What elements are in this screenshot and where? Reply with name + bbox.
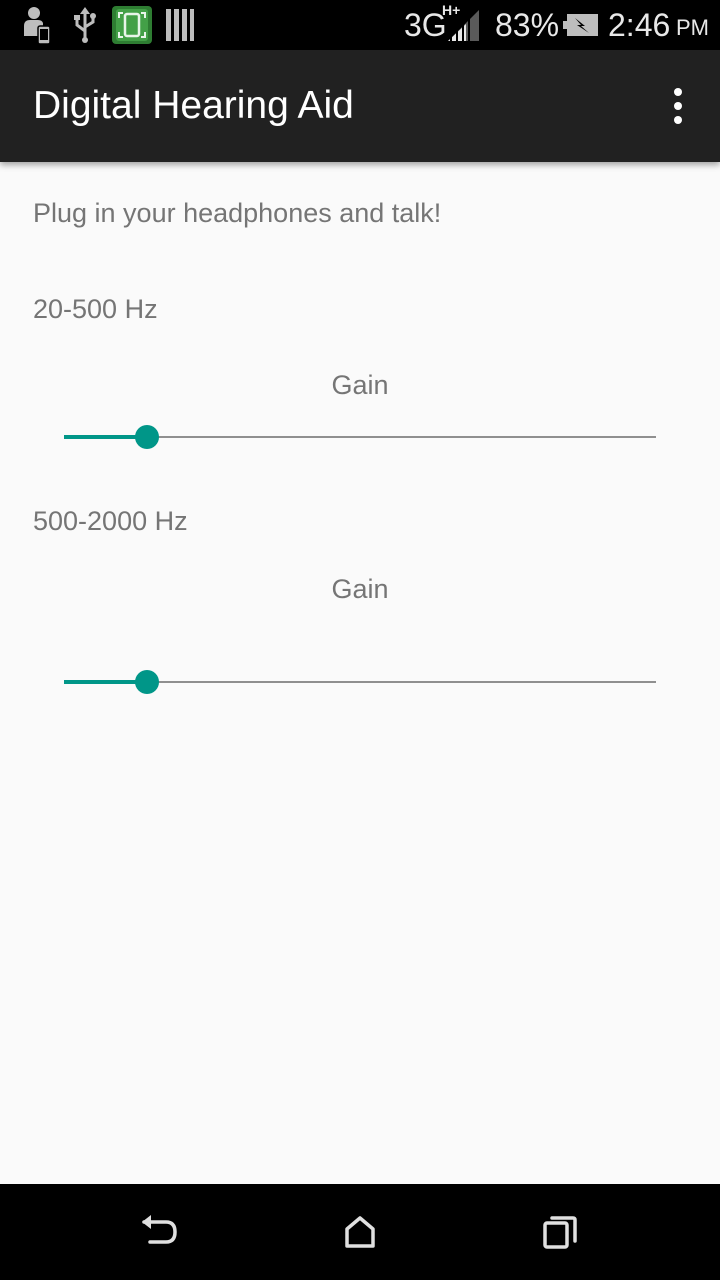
overflow-menu-icon[interactable]: [658, 86, 698, 126]
overflow-dot: [674, 88, 682, 96]
band-label-500-2000: 500-2000 Hz: [33, 506, 188, 536]
instruction-text: Plug in your headphones and talk!: [33, 198, 442, 228]
gain-slider-band-2[interactable]: [64, 662, 656, 702]
network-type-label: 3G: [404, 7, 447, 43]
clock-ampm: PM: [676, 15, 709, 40]
usb-icon: [70, 6, 100, 44]
band-label-20-500: 20-500 Hz: [33, 294, 158, 324]
screenshot-app-icon: [112, 6, 152, 44]
app-bar: Digital Hearing Aid: [0, 50, 720, 162]
signal-icon: [446, 6, 480, 44]
clock-time: 2:46: [608, 7, 671, 43]
gain-label-band-1: Gain: [331, 370, 389, 400]
battery-percent: 83%: [495, 7, 560, 43]
main-content: Plug in your headphones and talk! 20-500…: [0, 162, 720, 1184]
gain-slider-band-1[interactable]: [64, 417, 656, 457]
navigation-bar: [0, 1184, 720, 1280]
gain-label-band-2: Gain: [331, 574, 389, 604]
slider-thumb[interactable]: [135, 670, 159, 694]
recents-icon[interactable]: [530, 1202, 590, 1262]
home-icon[interactable]: [330, 1202, 390, 1262]
app-title: Digital Hearing Aid: [33, 84, 354, 127]
barcode-icon: [164, 6, 196, 44]
slider-thumb[interactable]: [135, 425, 159, 449]
battery-charging-icon: [563, 6, 599, 44]
back-icon[interactable]: [130, 1202, 190, 1262]
status-bar: 3G H+ 83% 2:46 PM: [0, 0, 720, 50]
person-phone-icon: [20, 6, 54, 44]
overflow-dot: [674, 116, 682, 124]
overflow-dot: [674, 102, 682, 110]
